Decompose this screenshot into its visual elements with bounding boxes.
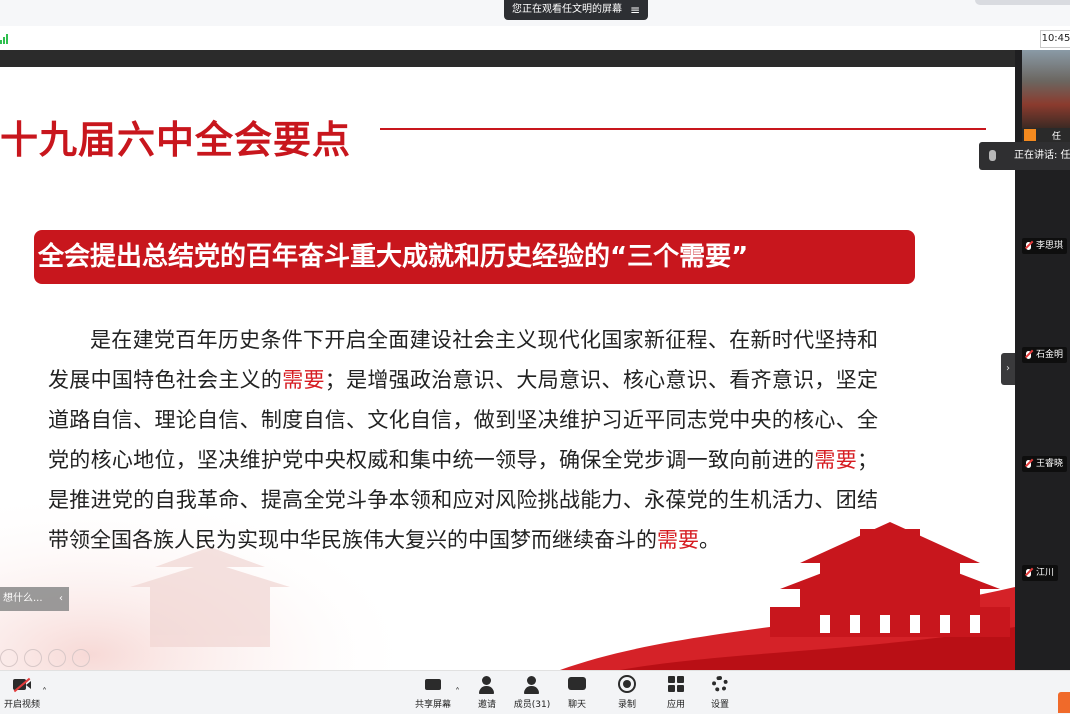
apps-icon bbox=[665, 675, 687, 695]
collapse-panel-button[interactable]: › bbox=[1001, 353, 1015, 385]
more-tool-icon[interactable] bbox=[72, 649, 90, 667]
body-emphasis: 需要 bbox=[814, 448, 858, 472]
video-toggle-button[interactable]: 开启视频 bbox=[0, 675, 44, 710]
camera-off-icon bbox=[11, 675, 33, 695]
apps-label: 应用 bbox=[666, 700, 685, 710]
thumbnail-name: 任 bbox=[1052, 132, 1062, 142]
annotation-side-tab[interactable]: 想什么... ‹ bbox=[0, 587, 69, 611]
members-button[interactable]: 成员(31) bbox=[510, 675, 554, 710]
slide-title: 十九届六中全会要点 bbox=[0, 117, 352, 162]
settings-button[interactable]: 设置 bbox=[698, 675, 742, 710]
slide-banner: 全会提出总结党的百年奋斗重大成就和历史经验的“三个需要” bbox=[34, 230, 915, 284]
thumbnail-label: 任 bbox=[1022, 128, 1070, 142]
app-logo-icon bbox=[1058, 692, 1070, 713]
participant-name-tag[interactable]: 江川 bbox=[1022, 565, 1059, 581]
gear-icon bbox=[709, 675, 731, 695]
shared-slide: 十九届六中全会要点 全会提出总结党的百年奋斗重大成就和历史经验的“三个需要” 是… bbox=[0, 67, 1015, 670]
zoom-tool-icon[interactable] bbox=[48, 649, 66, 667]
participant-name-tag[interactable]: 李思琪 bbox=[1022, 238, 1068, 254]
record-icon bbox=[616, 675, 638, 695]
video-toggle-label: 开启视频 bbox=[3, 700, 40, 710]
speaking-text: 正在讲话: 任 bbox=[1014, 150, 1070, 161]
invite-button[interactable]: 邀请 bbox=[465, 675, 509, 710]
pen-tool-icon[interactable] bbox=[0, 649, 18, 667]
annotation-tools bbox=[0, 649, 90, 669]
viewing-screen-indicator[interactable]: 您正在观看任文明的屏幕 ≡ bbox=[504, 0, 649, 20]
participant-name-tag[interactable]: 石金明 bbox=[1022, 347, 1068, 363]
chat-button[interactable]: 聊天 bbox=[555, 675, 599, 710]
title-divider bbox=[380, 128, 986, 130]
slide-body: 是在建党百年历史条件下开启全面建设社会主义现代化国家新征程、在新时代坚持和发展中… bbox=[48, 320, 878, 560]
body-segment: 。 bbox=[699, 528, 720, 552]
share-screen-button[interactable]: 共享屏幕 bbox=[411, 675, 455, 710]
body-emphasis: 需要 bbox=[282, 368, 325, 392]
window-edge-decoration bbox=[975, 0, 1070, 5]
members-label: 成员(31) bbox=[513, 700, 551, 710]
signal-strength-icon bbox=[0, 34, 8, 44]
share-screen-icon bbox=[422, 675, 444, 695]
copy-tool-icon[interactable] bbox=[24, 649, 42, 667]
invite-label: 邀请 bbox=[477, 700, 496, 710]
record-label: 录制 bbox=[617, 700, 636, 710]
meeting-toolbar: 开启视频 ˄ 共享屏幕 ˄ 邀请 成员(31) 聊天 录制 应用 设置 bbox=[0, 670, 1070, 714]
speaking-indicator: 正在讲话: 任 bbox=[979, 142, 1070, 170]
add-person-icon bbox=[476, 675, 498, 695]
participant-video-thumbnail[interactable] bbox=[1022, 50, 1070, 128]
apps-button[interactable]: 应用 bbox=[654, 675, 698, 710]
settings-label: 设置 bbox=[710, 700, 729, 710]
chat-label: 聊天 bbox=[567, 700, 586, 710]
menu-icon[interactable]: ≡ bbox=[630, 0, 640, 20]
avatar bbox=[1024, 129, 1036, 141]
status-row bbox=[0, 26, 1070, 51]
body-emphasis: 需要 bbox=[657, 528, 699, 552]
viewing-screen-text: 您正在观看任文明的屏幕 bbox=[512, 4, 622, 15]
microphone-icon bbox=[989, 150, 996, 161]
chevron-up-icon[interactable]: ˄ bbox=[42, 687, 47, 698]
chat-icon bbox=[566, 675, 588, 695]
shared-screen-frame bbox=[0, 50, 1015, 67]
members-icon bbox=[521, 675, 543, 695]
record-button[interactable]: 录制 bbox=[605, 675, 649, 710]
chevron-left-icon[interactable]: ‹ bbox=[59, 587, 63, 611]
participant-name-tag[interactable]: 王睿晓 bbox=[1022, 456, 1068, 472]
share-screen-label: 共享屏幕 bbox=[414, 700, 451, 710]
chevron-up-icon[interactable]: ˄ bbox=[455, 687, 460, 698]
side-tab-label: 想什么... bbox=[3, 593, 43, 604]
meeting-clock: 10:45 bbox=[1040, 30, 1070, 48]
